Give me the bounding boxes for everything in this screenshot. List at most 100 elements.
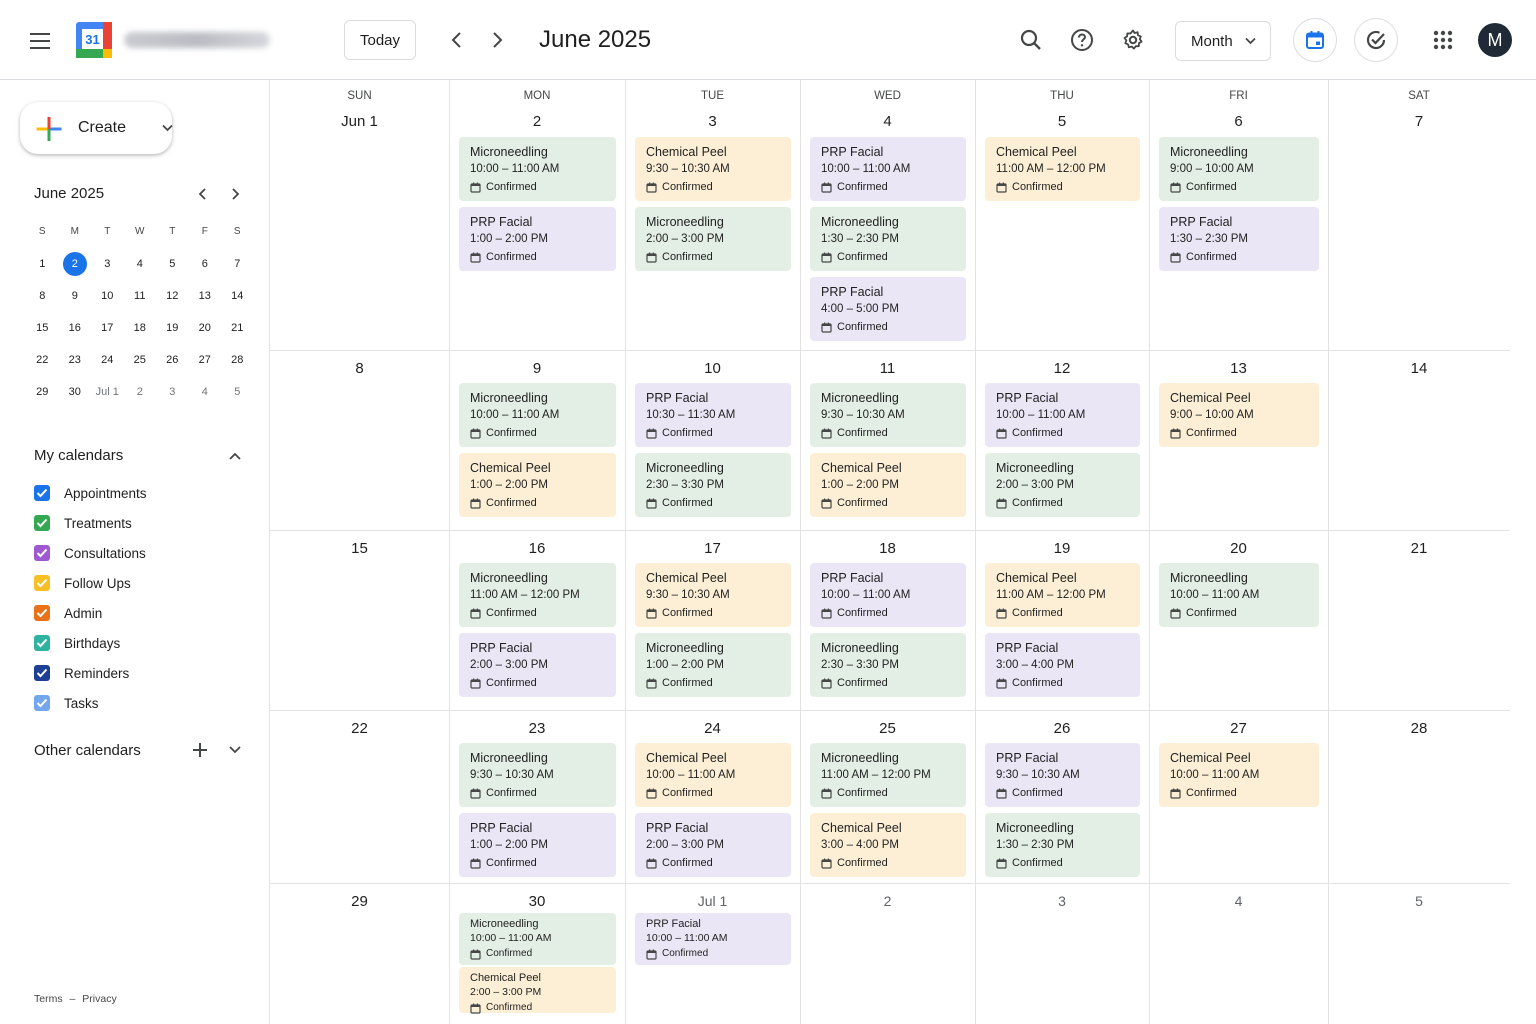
mini-day[interactable]: 27 <box>189 348 222 372</box>
event-chip[interactable]: Chemical Peel 1:00 – 2:00 PM Confirmed <box>459 453 616 517</box>
mini-day[interactable]: 13 <box>189 284 222 308</box>
mini-day[interactable]: 5 <box>221 380 254 404</box>
day-number[interactable]: 5 <box>975 113 1149 130</box>
day-number[interactable]: 3 <box>625 113 800 130</box>
event-chip[interactable]: PRP Facial 1:00 – 2:00 PM Confirmed <box>459 207 616 271</box>
mini-day[interactable]: 30 <box>59 380 92 404</box>
mini-day[interactable]: 21 <box>221 316 254 340</box>
day-number[interactable]: 12 <box>975 360 1149 377</box>
day-number[interactable]: 19 <box>975 540 1149 557</box>
previous-period-button[interactable] <box>438 22 474 58</box>
day-number[interactable]: 20 <box>1149 540 1328 557</box>
day-number[interactable]: Jun 1 <box>270 113 449 130</box>
day-number[interactable]: 2 <box>449 113 625 130</box>
event-chip[interactable]: PRP Facial 3:00 – 4:00 PM Confirmed <box>985 633 1140 697</box>
mini-day[interactable]: 16 <box>59 316 92 340</box>
other-calendars-expand-button[interactable] <box>225 740 245 760</box>
day-number[interactable]: 10 <box>625 360 800 377</box>
my-calendars-collapse-button[interactable] <box>225 446 245 466</box>
mini-day[interactable]: 24 <box>91 348 124 372</box>
day-number[interactable]: 4 <box>800 113 975 130</box>
event-chip[interactable]: Microneedling 10:00 – 11:00 AM Confirmed <box>459 913 616 965</box>
day-number[interactable]: 6 <box>1149 113 1328 130</box>
mini-day[interactable]: Jul 1 <box>91 380 124 404</box>
event-chip[interactable]: PRP Facial 2:00 – 3:00 PM Confirmed <box>459 633 616 697</box>
event-chip[interactable]: Microneedling 9:00 – 10:00 AM Confirmed <box>1159 137 1319 201</box>
mini-calendar-prev-button[interactable] <box>192 184 212 204</box>
mini-day[interactable]: 28 <box>221 348 254 372</box>
day-number[interactable]: 29 <box>270 893 449 910</box>
calendar-item[interactable]: Admin <box>34 598 147 628</box>
day-number[interactable]: 7 <box>1328 113 1510 130</box>
day-number[interactable]: 18 <box>800 540 975 557</box>
event-chip[interactable]: Chemical Peel 9:30 – 10:30 AM Confirmed <box>635 137 791 201</box>
event-chip[interactable]: Microneedling 10:00 – 11:00 AM Confirmed <box>459 137 616 201</box>
calendar-item[interactable]: Follow Ups <box>34 568 147 598</box>
mini-day[interactable]: 4 <box>189 380 222 404</box>
calendar-checkbox[interactable] <box>34 515 50 531</box>
event-chip[interactable]: PRP Facial 1:00 – 2:00 PM Confirmed <box>459 813 616 877</box>
event-chip[interactable]: Chemical Peel 11:00 AM – 12:00 PM Confirme… <box>985 563 1140 627</box>
mini-day[interactable]: 6 <box>189 252 222 276</box>
calendar-checkbox[interactable] <box>34 665 50 681</box>
calendar-app-button[interactable] <box>1293 18 1337 62</box>
mini-day[interactable]: 25 <box>124 348 157 372</box>
day-number[interactable]: 27 <box>1149 720 1328 737</box>
mini-day[interactable]: 3 <box>91 252 124 276</box>
day-number[interactable]: 5 <box>1328 893 1510 909</box>
my-calendars-title[interactable]: My calendars <box>34 447 123 464</box>
day-number[interactable]: 15 <box>270 540 449 557</box>
event-chip[interactable]: Chemical Peel 3:00 – 4:00 PM Confirmed <box>810 813 966 877</box>
event-chip[interactable]: Microneedling 11:00 AM – 12:00 PM Confirme… <box>810 743 966 807</box>
event-chip[interactable]: PRP Facial 10:00 – 11:00 AM Confirmed <box>985 383 1140 447</box>
event-chip[interactable]: Chemical Peel 10:00 – 11:00 AM Confirmed <box>1159 743 1319 807</box>
mini-day[interactable]: 15 <box>26 316 59 340</box>
mini-day[interactable]: 4 <box>124 252 157 276</box>
mini-day[interactable]: 1 <box>26 252 59 276</box>
mini-day[interactable]: 3 <box>156 380 189 404</box>
day-number[interactable]: 14 <box>1328 360 1510 377</box>
event-chip[interactable]: Chemical Peel 10:00 – 11:00 AM Confirmed <box>635 743 791 807</box>
google-apps-button[interactable] <box>1424 21 1462 59</box>
mini-calendar-next-button[interactable] <box>226 184 246 204</box>
calendar-item[interactable]: Treatments <box>34 508 147 538</box>
event-chip[interactable]: Microneedling 1:00 – 2:00 PM Confirmed <box>635 633 791 697</box>
mini-day[interactable]: 10 <box>91 284 124 308</box>
day-number[interactable]: 16 <box>449 540 625 557</box>
settings-button[interactable] <box>1114 21 1152 59</box>
add-other-calendar-button[interactable] <box>190 740 210 760</box>
day-number[interactable]: 17 <box>625 540 800 557</box>
day-number[interactable]: 23 <box>449 720 625 737</box>
calendar-item[interactable]: Appointments <box>34 478 147 508</box>
event-chip[interactable]: Chemical Peel 2:00 – 3:00 PM Confirmed <box>459 967 616 1014</box>
calendar-item[interactable]: Birthdays <box>34 628 147 658</box>
privacy-link[interactable]: Privacy <box>82 993 116 1005</box>
other-calendars-title[interactable]: Other calendars <box>34 742 141 759</box>
mini-day[interactable]: 17 <box>91 316 124 340</box>
calendar-checkbox[interactable] <box>34 545 50 561</box>
help-button[interactable] <box>1063 21 1101 59</box>
day-number[interactable]: 4 <box>1149 893 1328 909</box>
day-number[interactable]: 30 <box>449 893 625 910</box>
terms-link[interactable]: Terms <box>34 993 63 1005</box>
event-chip[interactable]: Microneedling 11:00 AM – 12:00 PM Confirme… <box>459 563 616 627</box>
event-chip[interactable]: Microneedling 1:30 – 2:30 PM Confirmed <box>810 207 966 271</box>
event-chip[interactable]: Microneedling 2:30 – 3:30 PM Confirmed <box>635 453 791 517</box>
mini-day[interactable]: 7 <box>221 252 254 276</box>
day-number[interactable]: 26 <box>975 720 1149 737</box>
day-number[interactable]: 28 <box>1328 720 1510 737</box>
event-chip[interactable]: Microneedling 9:30 – 10:30 AM Confirmed <box>459 743 616 807</box>
mini-day[interactable]: 12 <box>156 284 189 308</box>
next-period-button[interactable] <box>480 22 516 58</box>
day-number[interactable]: 2 <box>800 893 975 909</box>
calendar-checkbox[interactable] <box>34 575 50 591</box>
calendar-checkbox[interactable] <box>34 635 50 651</box>
mini-day[interactable]: 18 <box>124 316 157 340</box>
mini-day[interactable]: 11 <box>124 284 157 308</box>
day-number[interactable]: 25 <box>800 720 975 737</box>
event-chip[interactable]: PRP Facial 10:00 – 11:00 AM Confirmed <box>810 137 966 201</box>
day-number[interactable]: 21 <box>1328 540 1510 557</box>
calendar-item[interactable]: Tasks <box>34 688 147 718</box>
view-selector[interactable]: Month <box>1175 21 1271 61</box>
today-button[interactable]: Today <box>344 20 416 60</box>
